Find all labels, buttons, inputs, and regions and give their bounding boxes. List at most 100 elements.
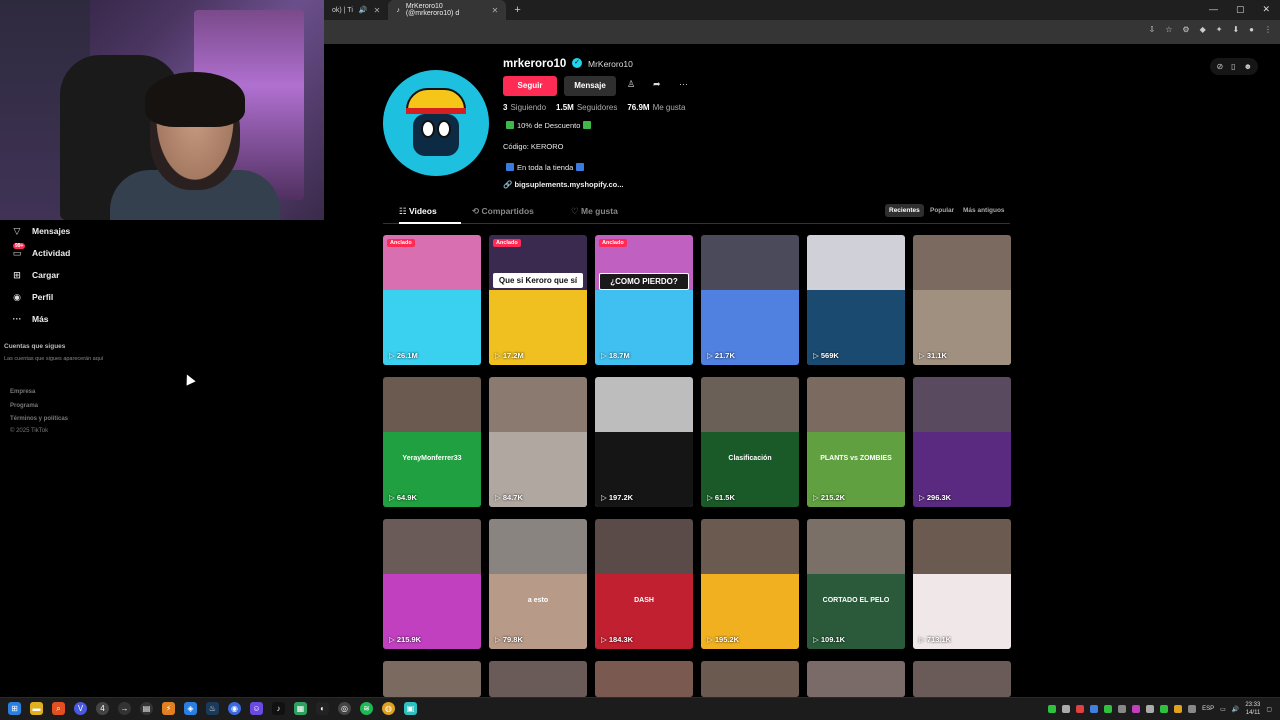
app-icon[interactable]: ▦ xyxy=(294,702,307,715)
app-icon[interactable]: → xyxy=(118,702,131,715)
tray-icon[interactable] xyxy=(1146,705,1155,713)
close-tab-icon[interactable]: ✕ xyxy=(492,6,499,15)
app-icon[interactable]: ▤ xyxy=(140,702,153,715)
app-icon[interactable]: 4 xyxy=(96,702,109,715)
video-thumbnail[interactable]: ▷ 569K xyxy=(807,235,905,365)
sort-oldest[interactable]: Más antiguos xyxy=(959,204,1009,217)
menu-icon[interactable]: ⋮ xyxy=(1264,25,1272,34)
profile-link[interactable]: 🔗 bigsuplements.myshopify.co... xyxy=(503,180,623,189)
video-thumbnail[interactable] xyxy=(383,661,481,697)
video-thumbnail[interactable] xyxy=(595,661,693,697)
spotify-icon[interactable]: ≋ xyxy=(360,702,373,715)
extension-icon[interactable]: ⚙ xyxy=(1182,25,1189,34)
tray-icon[interactable] xyxy=(1174,705,1183,713)
video-thumbnail[interactable]: Clasificación ▷ 61.5K xyxy=(701,377,799,507)
video-thumbnail[interactable]: ▷ 296.3K xyxy=(913,377,1011,507)
video-thumbnail[interactable]: YerayMonferrer33 ▷ 64.9K xyxy=(383,377,481,507)
address-bar[interactable]: ⇩ ☆ ⚙ ◆ ✦ ⬇ ● ⋮ xyxy=(324,20,1280,44)
video-thumbnail[interactable]: a esto ▷ 79.8K xyxy=(489,519,587,649)
browser-tab[interactable]: ok) | Ti 🔊 ✕ xyxy=(324,0,388,20)
maximize-icon[interactable]: ▢ xyxy=(1236,4,1245,15)
video-thumbnail[interactable]: ▷ 713.1K xyxy=(913,519,1011,649)
volume-icon[interactable]: 🔊 xyxy=(1232,706,1239,713)
share-icon[interactable]: ➦ xyxy=(653,79,661,90)
chrome-icon[interactable]: ◍ xyxy=(382,702,395,715)
tiktok-icon[interactable]: ♪ xyxy=(272,702,285,715)
app-icon[interactable]: ◎ xyxy=(338,702,351,715)
bookmark-star-icon[interactable]: ☆ xyxy=(1165,25,1172,34)
device-icon[interactable]: ▯ xyxy=(1231,62,1235,71)
start-icon[interactable]: ⊞ xyxy=(8,702,21,715)
browser-tab-active[interactable]: ♪ MrKeroro10 (@mrkeroro10) d ✕ xyxy=(388,0,507,20)
app-icon[interactable]: ◈ xyxy=(184,702,197,715)
app-icon[interactable]: ◉ xyxy=(228,702,241,715)
tray-icon[interactable] xyxy=(1090,705,1099,713)
video-thumbnail[interactable]: ▷ 195.2K xyxy=(701,519,799,649)
tray-icon[interactable] xyxy=(1062,705,1071,713)
obs-icon[interactable]: ◐ xyxy=(316,702,329,715)
profile-icon[interactable]: ● xyxy=(1249,25,1254,34)
stat-following[interactable]: 3 Siguiendo xyxy=(503,103,546,112)
profile-avatar[interactable] xyxy=(383,70,489,176)
sort-popular[interactable]: Popular xyxy=(926,204,958,217)
footer-link-terms[interactable]: Términos y políticas xyxy=(10,416,68,422)
new-tab-button[interactable]: + xyxy=(506,4,528,16)
video-thumbnail[interactable]: PLANTS vs ZOMBIES ▷ 215.2K xyxy=(807,377,905,507)
language-indicator[interactable]: ESP xyxy=(1202,706,1214,712)
video-thumbnail[interactable]: ▷ 31.1K xyxy=(913,235,1011,365)
tab-liked[interactable]: ♡ Me gusta xyxy=(571,206,618,217)
nav-item-messages[interactable]: ▽ Mensajes xyxy=(0,220,120,242)
app-icon[interactable]: ⚡ xyxy=(162,702,175,715)
nav-item-upload[interactable]: ⊞ Cargar xyxy=(0,264,120,286)
downloads-icon[interactable]: ⬇ xyxy=(1232,25,1239,34)
search-icon[interactable]: ⌕ xyxy=(52,702,65,715)
close-tab-icon[interactable]: ✕ xyxy=(374,6,381,15)
video-thumbnail[interactable]: Anclado ¿COMO PIERDO? ▷ 18.7M xyxy=(595,235,693,365)
video-thumbnail[interactable] xyxy=(489,661,587,697)
add-friend-icon[interactable]: ♙ xyxy=(627,79,635,90)
video-thumbnail[interactable] xyxy=(807,661,905,697)
user-avatar-icon[interactable]: ☻ xyxy=(1244,62,1252,71)
minimize-icon[interactable]: — xyxy=(1209,4,1218,15)
network-icon[interactable]: ▭ xyxy=(1220,706,1226,713)
tray-icon[interactable] xyxy=(1118,705,1127,713)
app-icon[interactable]: ▣ xyxy=(404,702,417,715)
tray-icon[interactable] xyxy=(1132,705,1141,713)
tab-reposts[interactable]: ⟲ Compartidos xyxy=(472,206,534,217)
puzzle-icon[interactable]: ✦ xyxy=(1216,25,1223,34)
video-thumbnail[interactable]: ▷ 215.9K xyxy=(383,519,481,649)
tray-icon[interactable] xyxy=(1160,705,1169,713)
nav-item-profile[interactable]: ◉ Perfil xyxy=(0,286,120,308)
tray-icon[interactable] xyxy=(1104,705,1113,713)
nav-item-activity[interactable]: ▭ 99+ Actividad xyxy=(0,242,120,264)
tray-icon[interactable] xyxy=(1076,705,1085,713)
audio-icon[interactable]: 🔊 xyxy=(359,6,368,14)
video-thumbnail[interactable]: Anclado Que si Keroro que sí ▷ 17.2M xyxy=(489,235,587,365)
nav-item-more[interactable]: ··· Más xyxy=(0,308,120,330)
extension-icon[interactable]: ◆ xyxy=(1200,25,1206,34)
video-thumbnail[interactable]: Anclado ▷ 26.1M xyxy=(383,235,481,365)
steam-icon[interactable]: ♨ xyxy=(206,702,219,715)
video-thumbnail[interactable]: ▷ 84.7K xyxy=(489,377,587,507)
clock[interactable]: 23:33 14/11 xyxy=(1245,701,1260,717)
message-button[interactable]: Mensaje xyxy=(564,76,616,96)
sort-recent[interactable]: Recientes xyxy=(885,204,924,217)
video-thumbnail[interactable]: CORTADO EL PELO ▷ 109.1K xyxy=(807,519,905,649)
file-explorer-icon[interactable]: ▬ xyxy=(30,702,43,715)
tab-videos[interactable]: ☷ Videos xyxy=(399,206,437,217)
more-options-icon[interactable]: ··· xyxy=(679,79,688,89)
footer-link-program[interactable]: Programa xyxy=(10,403,38,409)
discord-icon[interactable]: ☺ xyxy=(250,702,263,715)
footer-link-company[interactable]: Empresa xyxy=(10,389,35,395)
tray-icon[interactable] xyxy=(1188,705,1197,713)
close-window-icon[interactable]: ✕ xyxy=(1262,4,1270,15)
video-thumbnail[interactable] xyxy=(913,661,1011,697)
notifications-icon[interactable]: ▢ xyxy=(1266,706,1272,713)
tray-icon[interactable] xyxy=(1048,705,1057,713)
disable-icon[interactable]: ⊘ xyxy=(1216,62,1223,71)
video-thumbnail[interactable]: DASH ▷ 184.3K xyxy=(595,519,693,649)
video-thumbnail[interactable] xyxy=(701,661,799,697)
follow-button[interactable]: Seguir xyxy=(503,76,557,96)
stat-followers[interactable]: 1.5M Seguidores xyxy=(556,103,617,112)
video-thumbnail[interactable]: ▷ 197.2K xyxy=(595,377,693,507)
